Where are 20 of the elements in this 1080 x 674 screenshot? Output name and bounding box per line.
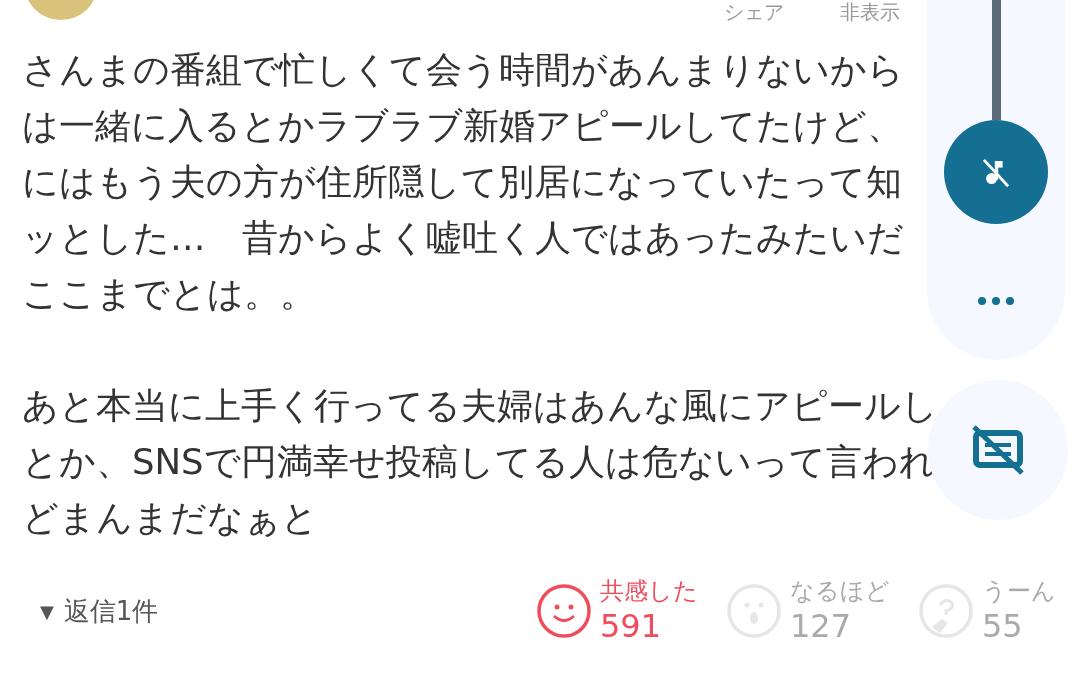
reaction-button[interactable]: うーん 55 [918,576,1056,646]
comment-line: とか、SNSで円満幸せ投稿してる人は危ないって言われ [22,441,936,482]
drag-handle[interactable] [991,0,1001,120]
reaction-button[interactable]: 共感した 591 [536,576,698,646]
confused-face-icon [918,583,974,639]
comment-line: ここまでとは。。 [22,273,316,314]
comment-line: あと本当に上手く行ってる夫婦はあんな風にアピールし [22,385,938,426]
captions-off-icon [970,425,1026,475]
comment-line: ッとした… 昔からよく嘘吐く人ではあったみたいだ [22,217,904,258]
comment-line: にはもう夫の方が住所隠して別居になっていたって知 [22,161,902,202]
reaction-button[interactable]: なるほど 127 [726,576,890,646]
comment-line: は一緒に入るとかラブラブ新婚アピールしてたけど、 [22,105,903,146]
more-icon[interactable] [976,296,1016,306]
action-link[interactable]: シェア [724,0,784,24]
comment-line: さんまの番組で忙しくて会う時間があんまりないから [22,49,904,90]
action-link[interactable]: 非表示 [840,0,900,24]
smiley-icon [536,583,592,639]
comment-line: どまんまだなぁと [22,497,318,538]
replies-toggle[interactable]: ▼ 返信1件 [40,593,159,629]
surprised-face-icon [726,583,782,639]
